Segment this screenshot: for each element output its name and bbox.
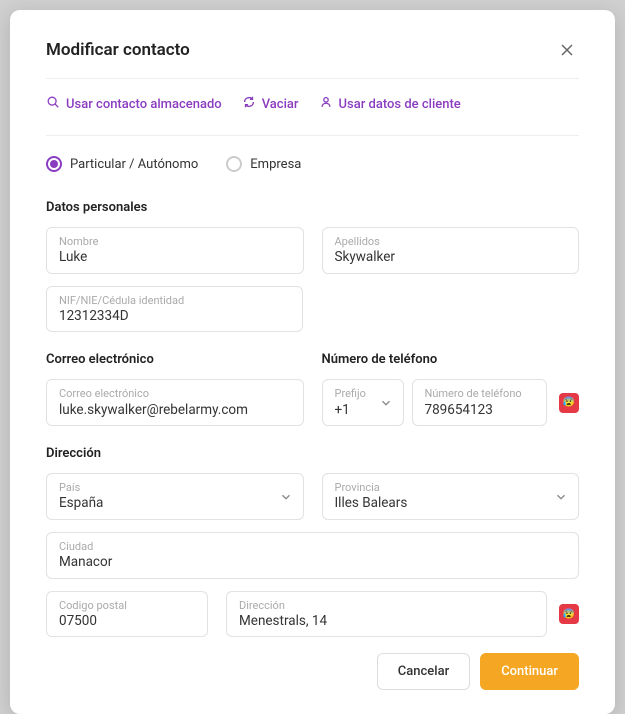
personal-data-section: Datos personales Nombre Apellidos NIF/NI… (46, 200, 579, 332)
city-field[interactable]: Ciudad (46, 532, 579, 579)
section-title: Datos personales (46, 200, 579, 215)
address-section: Dirección País España Provincia Illes Ba… (46, 446, 579, 637)
phone-status-icon[interactable]: 😰 (559, 393, 579, 413)
close-button[interactable] (555, 38, 579, 62)
country-value: España (59, 495, 273, 513)
modal-header: Modificar contacto (46, 38, 579, 79)
radio-label: Empresa (250, 157, 301, 172)
action-label: Usar contacto almacenado (66, 97, 222, 112)
chevron-down-icon (379, 396, 393, 410)
action-label: Vaciar (262, 97, 299, 112)
modal-footer: Cancelar Continuar (46, 653, 579, 690)
field-label: Codigo postal (59, 599, 195, 612)
country-field[interactable]: País España (46, 473, 304, 520)
surname-field[interactable]: Apellidos (322, 227, 580, 274)
use-client-data-link[interactable]: Usar datos de cliente (319, 95, 461, 113)
chevron-down-icon (279, 490, 293, 504)
section-title: Correo electrónico (46, 352, 304, 367)
name-input[interactable] (59, 249, 291, 267)
province-field[interactable]: Provincia Illes Balears (322, 473, 580, 520)
cancel-button[interactable]: Cancelar (377, 653, 470, 690)
edit-contact-modal: Modificar contacto Usar contacto almacen… (10, 10, 615, 714)
search-icon (46, 95, 60, 113)
city-input[interactable] (59, 554, 566, 572)
address-status-icon[interactable]: 😰 (559, 604, 579, 624)
field-label: Ciudad (59, 540, 566, 553)
chevron-down-icon (554, 490, 568, 504)
street-field[interactable]: Dirección (226, 591, 547, 638)
section-title: Número de teléfono (322, 352, 580, 367)
postal-field[interactable]: Codigo postal (46, 591, 208, 638)
prefix-value: +1 (335, 402, 373, 420)
email-input[interactable] (59, 402, 291, 420)
field-label: Nombre (59, 235, 291, 248)
contact-type-radios: Particular / Autónomo Empresa (46, 136, 579, 200)
field-label: Apellidos (335, 235, 567, 248)
surname-input[interactable] (335, 249, 567, 267)
field-label: Número de teléfono (425, 387, 535, 400)
empty-link[interactable]: Vaciar (242, 95, 299, 113)
prefix-field[interactable]: Prefijo +1 (322, 379, 404, 426)
action-label: Usar datos de cliente (339, 97, 461, 112)
phone-input[interactable] (425, 402, 535, 420)
radio-icon (226, 156, 242, 172)
postal-input[interactable] (59, 613, 195, 631)
nif-input[interactable] (59, 308, 290, 326)
province-value: Illes Balears (335, 495, 549, 513)
contact-section: Correo electrónico Correo electrónico Nú… (46, 352, 579, 426)
street-input[interactable] (239, 613, 534, 631)
use-stored-contact-link[interactable]: Usar contacto almacenado (46, 95, 222, 113)
radio-label: Particular / Autónomo (70, 157, 198, 172)
field-label: Correo electrónico (59, 387, 291, 400)
modal-title: Modificar contacto (46, 40, 190, 60)
radio-company[interactable]: Empresa (226, 156, 301, 172)
nif-field[interactable]: NIF/NIE/Cédula identidad (46, 286, 303, 333)
field-label: NIF/NIE/Cédula identidad (59, 294, 290, 307)
field-label: Provincia (335, 481, 549, 494)
section-title: Dirección (46, 446, 579, 461)
field-label: Prefijo (335, 387, 373, 400)
close-icon (559, 42, 575, 58)
user-icon (319, 95, 333, 113)
action-bar: Usar contacto almacenado Vaciar Usar dat… (46, 79, 579, 136)
field-label: Dirección (239, 599, 534, 612)
phone-field[interactable]: Número de teléfono (412, 379, 548, 426)
name-field[interactable]: Nombre (46, 227, 304, 274)
field-label: País (59, 481, 273, 494)
email-field[interactable]: Correo electrónico (46, 379, 304, 426)
refresh-icon (242, 95, 256, 113)
radio-individual[interactable]: Particular / Autónomo (46, 156, 198, 172)
continue-button[interactable]: Continuar (480, 653, 579, 690)
radio-icon (46, 156, 62, 172)
